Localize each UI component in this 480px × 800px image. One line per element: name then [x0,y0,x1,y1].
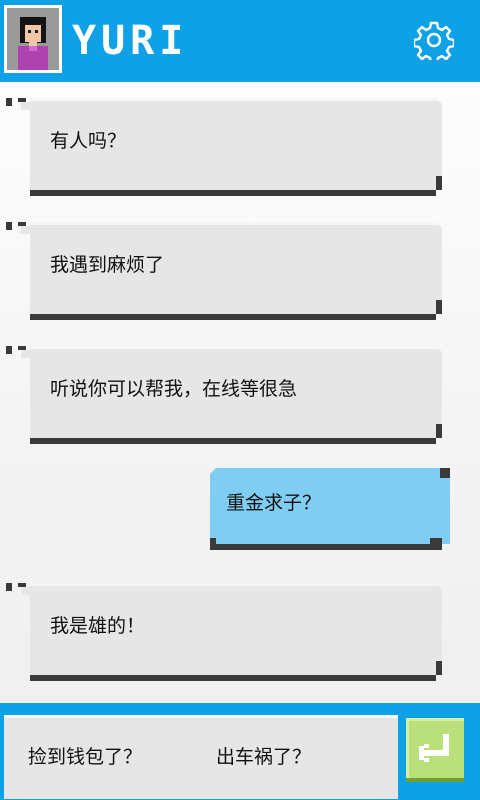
message-bubble-contact: 我遇到麻烦了 [6,222,442,320]
message-bubble-contact: 有人吗？ [6,98,442,196]
message-text: 有人吗？ [50,130,127,152]
gear-icon-svg [412,21,456,65]
bubble-corner [436,300,442,314]
bubble-corner [436,661,442,675]
gear-icon[interactable] [412,20,456,65]
message-bubble-user: 重金求子？ [210,468,450,550]
enter-arrow-icon [419,734,449,762]
send-button[interactable] [406,718,464,778]
bubble-shadow [30,314,436,320]
avatar-eye [35,30,38,33]
message-bubble-contact: 听说你可以帮我，在线等很急 [6,346,442,444]
avatar-collar [29,46,37,51]
message-text: 我是雄的！ [50,615,146,637]
message-text: 听说你可以帮我，在线等很急 [50,378,298,400]
avatar-face [25,25,41,42]
contact-name: YURI [72,18,189,64]
bubble-corner [436,176,442,190]
bubble-shadow [30,438,436,444]
bubble-shadow [30,675,436,681]
message-bubble-contact: 我是雄的！ [6,583,442,681]
reply-option[interactable]: 出车祸了？ [216,715,311,799]
bubble-corner [430,538,442,550]
bubble-shadow [222,544,442,550]
reply-options-panel: 捡到钱包了？ 出车祸了？ [4,715,398,799]
bubble-shadow [30,190,436,196]
reply-option[interactable]: 捡到钱包了？ [28,715,142,799]
avatar[interactable] [4,5,62,73]
bubble-corner [436,424,442,438]
message-text: 我遇到麻烦了 [50,254,165,276]
message-text: 重金求子？ [226,492,322,514]
avatar-eye [28,30,31,33]
top-bar: YURI [0,0,480,82]
bubble-corner [440,468,450,478]
